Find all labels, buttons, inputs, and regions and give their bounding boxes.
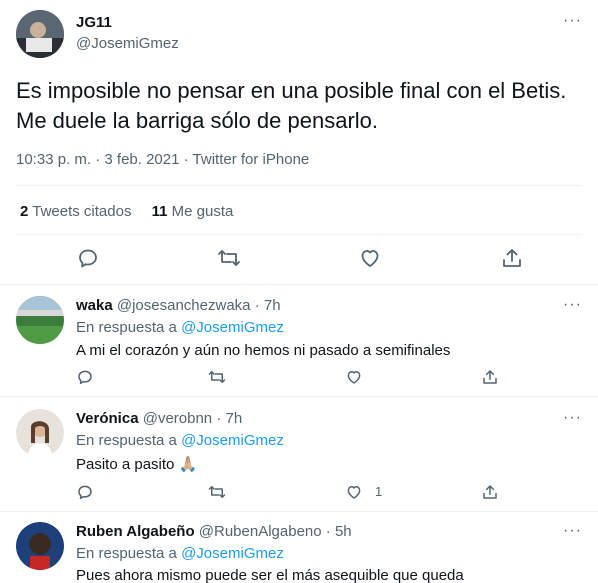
reply-author-name[interactable]: waka bbox=[76, 297, 113, 314]
in-reply-prefix: En respuesta a bbox=[76, 319, 177, 336]
more-icon[interactable]: ··· bbox=[563, 296, 582, 314]
reply-text: Pues ahora mismo puede ser el más asequi… bbox=[76, 567, 464, 583]
separator-dot: · bbox=[95, 151, 101, 168]
share-icon[interactable] bbox=[481, 483, 499, 501]
reply-icon[interactable] bbox=[76, 483, 94, 501]
more-icon[interactable]: ··· bbox=[563, 522, 582, 540]
separator-dot: · bbox=[254, 297, 260, 314]
reply-tweet[interactable]: Ruben Algabeño @RubenAlgabeno · 5h ··· E… bbox=[0, 512, 598, 583]
divider bbox=[0, 284, 598, 285]
reply-tweet[interactable]: Verónica @verobnn · 7h ··· En respuesta … bbox=[0, 399, 598, 512]
retweet-icon[interactable] bbox=[208, 368, 226, 386]
reply-icon[interactable] bbox=[76, 246, 100, 270]
author-name[interactable]: JG11 bbox=[76, 14, 112, 31]
reply-text: A mi el corazón y aún no hemos ni pasado… bbox=[76, 342, 451, 359]
quote-tweets-link[interactable]: 2 Tweets citados bbox=[20, 203, 131, 220]
in-reply-prefix: En respuesta a bbox=[76, 545, 177, 562]
like-label: Me gusta bbox=[171, 203, 234, 220]
divider bbox=[16, 234, 582, 235]
reply-author-handle[interactable]: @RubenAlgabeno bbox=[199, 523, 322, 540]
like-count: 11 bbox=[151, 203, 168, 220]
quote-label: Tweets citados bbox=[32, 203, 132, 220]
likes-link[interactable]: 11 Me gusta bbox=[152, 203, 234, 220]
reply-author-handle[interactable]: @josesanchezwaka bbox=[117, 297, 251, 314]
like-count: 1 bbox=[375, 484, 383, 499]
tweet-meta: 10:33 p. m. · 3 feb. 2021 · Twitter for … bbox=[16, 151, 309, 168]
like-icon[interactable] bbox=[345, 368, 363, 386]
reply-actions bbox=[0, 368, 598, 388]
divider bbox=[16, 185, 582, 186]
like-icon[interactable] bbox=[345, 483, 363, 501]
reply-author-name[interactable]: Ruben Algabeño bbox=[76, 523, 195, 540]
in-reply-prefix: En respuesta a bbox=[76, 432, 177, 449]
share-icon[interactable] bbox=[481, 368, 499, 386]
separator-dot: · bbox=[183, 151, 189, 168]
quote-count: 2 bbox=[20, 203, 29, 220]
reply-actions: 1 bbox=[0, 483, 598, 503]
separator-dot: · bbox=[216, 410, 222, 427]
reply-age[interactable]: 7h bbox=[226, 410, 243, 427]
main-tweet: JG11 @JosemiGmez ··· Es imposible no pen… bbox=[0, 0, 598, 293]
separator-dot: · bbox=[325, 523, 331, 540]
avatar[interactable] bbox=[16, 409, 64, 457]
reply-header: Verónica @verobnn · 7h bbox=[76, 410, 242, 427]
avatar[interactable] bbox=[16, 522, 64, 570]
in-reply-handle[interactable]: @JosemiGmez bbox=[181, 319, 284, 336]
tweet-text: Es imposible no pensar en una posible fi… bbox=[16, 76, 586, 136]
author-handle[interactable]: @JosemiGmez bbox=[76, 35, 179, 52]
reply-age[interactable]: 5h bbox=[335, 523, 352, 540]
like-icon[interactable] bbox=[358, 246, 382, 270]
tweet-actions bbox=[0, 246, 598, 272]
reply-author-handle[interactable]: @verobnn bbox=[143, 410, 212, 427]
share-icon[interactable] bbox=[500, 246, 524, 270]
in-reply-to: En respuesta a @JosemiGmez bbox=[76, 432, 284, 449]
in-reply-handle[interactable]: @JosemiGmez bbox=[181, 432, 284, 449]
divider bbox=[0, 396, 598, 397]
reply-header: waka @josesanchezwaka · 7h bbox=[76, 297, 281, 314]
tweet-text-line: Me duele la barriga sólo de pensarlo. bbox=[16, 108, 379, 133]
tweet-source[interactable]: Twitter for iPhone bbox=[193, 151, 310, 168]
avatar[interactable] bbox=[16, 10, 64, 58]
in-reply-to: En respuesta a @JosemiGmez bbox=[76, 319, 284, 336]
reply-author-name[interactable]: Verónica bbox=[76, 410, 139, 427]
in-reply-handle[interactable]: @JosemiGmez bbox=[181, 545, 284, 562]
reply-header: Ruben Algabeño @RubenAlgabeno · 5h bbox=[76, 523, 352, 540]
tweet-date[interactable]: 3 feb. 2021 bbox=[104, 151, 179, 168]
in-reply-to: En respuesta a @JosemiGmez bbox=[76, 545, 284, 562]
retweet-icon[interactable] bbox=[217, 246, 241, 270]
reply-icon[interactable] bbox=[76, 368, 94, 386]
reply-tweet[interactable]: waka @josesanchezwaka · 7h ··· En respue… bbox=[0, 286, 598, 398]
tweet-text-line: Es imposible no pensar en una posible fi… bbox=[16, 78, 567, 103]
reply-age[interactable]: 7h bbox=[264, 297, 281, 314]
more-icon[interactable]: ··· bbox=[563, 409, 582, 427]
tweet-stats: 2 Tweets citados 11 Me gusta bbox=[20, 203, 233, 220]
tweet-time[interactable]: 10:33 p. m. bbox=[16, 151, 91, 168]
avatar[interactable] bbox=[16, 296, 64, 344]
retweet-icon[interactable] bbox=[208, 483, 226, 501]
reply-text: Pasito a pasito 🙏🏼 bbox=[76, 456, 198, 473]
more-icon[interactable]: ··· bbox=[563, 12, 582, 30]
